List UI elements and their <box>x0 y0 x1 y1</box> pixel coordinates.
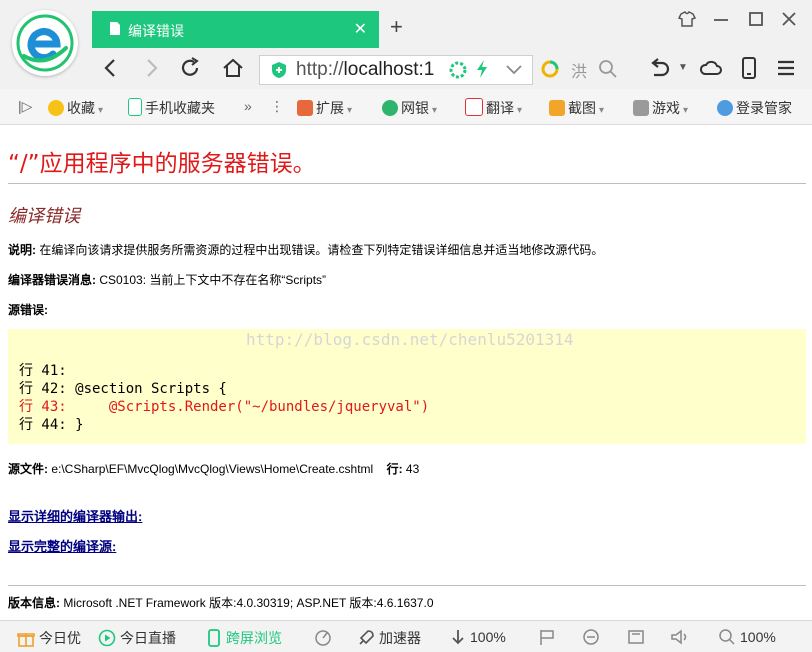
show-compiler-output-link[interactable]: 显示详细的编译器输出: <box>8 506 142 525</box>
source-error-label: 源错误: <box>8 303 48 317</box>
rocket-icon <box>359 630 374 645</box>
status-accelerator[interactable]: 加速器 <box>357 628 421 648</box>
code-line-error: 行 43: @Scripts.Render("~/bundles/jqueryv… <box>19 399 430 415</box>
source-file-line: 源文件: e:\CSharp\EF\MvcQlog\MvcQlog\Views\… <box>8 462 420 476</box>
address-bar[interactable]: http://localhost:1 <box>259 55 533 85</box>
speed-icon[interactable] <box>313 628 333 646</box>
refresh-icon[interactable] <box>177 55 203 81</box>
gift-icon <box>17 633 35 647</box>
bookmark-games[interactable]: 游戏 ▾ <box>633 98 688 118</box>
bank-icon <box>382 100 398 116</box>
volume-icon[interactable] <box>670 628 690 646</box>
forward-icon[interactable] <box>138 55 164 81</box>
url-host: localhost:1 <box>343 59 435 80</box>
mobile-icon[interactable] <box>736 55 762 81</box>
bookmark-translate[interactable]: 翻译 ▾ <box>465 98 522 118</box>
scissors-icon <box>549 100 565 116</box>
close-window-icon[interactable] <box>778 8 800 30</box>
description-line: 说明: 在编译向该请求提供服务所需资源的过程中出现错误。请检查下列特定错误详细信… <box>8 243 604 257</box>
translate-icon <box>465 98 483 116</box>
puzzle-icon <box>297 100 313 116</box>
tab-close-icon[interactable]: ✕ <box>354 19 367 39</box>
separator-dots-icon: ⋮ <box>270 98 284 114</box>
status-downloads[interactable]: 100% <box>450 628 506 646</box>
search-box-hint[interactable]: 洪 <box>571 58 587 82</box>
status-cross-screen[interactable]: 跨屏浏览 <box>206 628 282 648</box>
divider <box>8 585 806 586</box>
star-icon <box>48 100 64 116</box>
zoom-icon <box>719 629 735 645</box>
sidebar-toggle-icon[interactable]: |▷ <box>18 98 32 115</box>
bookmark-bar: |▷ 收藏 ▾ 手机收藏夹 » ⋮ 扩展 ▾ 网银 ▾ 翻译 ▾ 截图 ▾ 游戏 ▾ 登录管… <box>0 89 812 125</box>
document-icon <box>110 22 120 35</box>
search-engine-icon[interactable] <box>540 59 560 79</box>
bookmark-extensions[interactable]: 扩展 ▾ <box>297 98 352 118</box>
bookmark-favorites[interactable]: 收藏 ▾ <box>48 98 103 118</box>
source-code-block: http://blog.csdn.net/chenlu5201314 行 41:… <box>8 329 806 444</box>
page-title: “/”应用程序中的服务器错误。 <box>8 151 316 177</box>
browser-logo-icon[interactable] <box>12 10 78 76</box>
tab-active[interactable]: 编译错误 ✕ <box>92 11 379 48</box>
compiler-message-line: 编译器错误消息: CS0103: 当前上下文中不存在名称“Scripts” <box>8 273 327 287</box>
skin-icon[interactable] <box>676 8 698 30</box>
code-line: 行 42: @section Scripts { <box>19 381 227 397</box>
status-bar: 今日优 今日直播 跨屏浏览 加速器 100% 100% <box>0 620 812 652</box>
download-icon <box>452 630 464 645</box>
error-subheading: 编译错误 <box>8 206 80 227</box>
minimize-icon[interactable] <box>710 8 732 30</box>
divider <box>8 183 806 184</box>
back-icon[interactable] <box>98 55 124 81</box>
status-live[interactable]: 今日直播 <box>98 628 176 648</box>
flag-icon[interactable] <box>538 628 556 646</box>
browser-e-icon[interactable] <box>582 628 600 646</box>
phone-icon <box>208 629 220 647</box>
undo-dropdown-icon[interactable]: ▼ <box>678 62 688 73</box>
code-line: 行 41: <box>19 363 76 379</box>
maximize-icon[interactable] <box>745 8 767 30</box>
search-icon[interactable] <box>598 59 618 79</box>
bookmark-bank[interactable]: 网银 ▾ <box>382 98 437 118</box>
status-zoom[interactable]: 100% <box>718 628 776 646</box>
watermark: http://blog.csdn.net/chenlu5201314 <box>246 330 574 349</box>
cloud-icon[interactable] <box>698 55 724 81</box>
bookmark-login-manager[interactable]: 登录管家 <box>717 98 792 118</box>
show-full-source-link[interactable]: 显示完整的编译源: <box>8 536 116 555</box>
key-icon <box>717 100 733 116</box>
lightning-icon[interactable] <box>474 59 490 79</box>
undo-icon[interactable] <box>646 55 672 81</box>
new-tab-button[interactable]: + <box>390 14 403 40</box>
shield-icon <box>272 62 286 78</box>
status-today-deals[interactable]: 今日优 <box>17 628 81 648</box>
url-dropdown-icon[interactable] <box>503 60 525 78</box>
bookmark-screenshot[interactable]: 截图 ▾ <box>549 98 604 118</box>
home-icon[interactable] <box>220 55 246 81</box>
url-scheme: http:// <box>296 59 344 80</box>
more-bookmarks-icon[interactable]: » <box>244 98 252 114</box>
loading-icon <box>449 61 467 79</box>
menu-icon[interactable] <box>773 55 799 81</box>
version-info-line: 版本信息: Microsoft .NET Framework 版本:4.0.30… <box>8 596 434 610</box>
tab-title: 编译错误 <box>128 23 184 39</box>
code-line: 行 44: } <box>19 417 84 433</box>
bookmark-mobile[interactable]: 手机收藏夹 <box>128 98 215 118</box>
window-icon[interactable] <box>627 628 645 646</box>
mobile-folder-icon <box>128 98 142 116</box>
gamepad-icon <box>633 100 649 116</box>
play-icon <box>98 629 116 647</box>
